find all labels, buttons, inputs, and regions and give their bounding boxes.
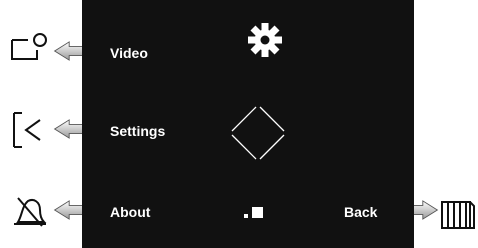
back-softkey-label[interactable]: Back [344,204,377,220]
gear-icon [248,23,282,57]
video-camera-icon[interactable] [10,32,50,62]
video-softkey-label[interactable]: Video [110,45,148,61]
gate-icon[interactable] [438,196,476,232]
diamond-navigation-icon [231,106,285,160]
back-bracket-icon[interactable] [10,110,46,150]
muted-bell-icon[interactable] [10,192,48,230]
settings-softkey-label[interactable]: Settings [110,123,165,139]
progress-indicator-icon [244,207,263,218]
about-softkey-label[interactable]: About [110,204,150,220]
